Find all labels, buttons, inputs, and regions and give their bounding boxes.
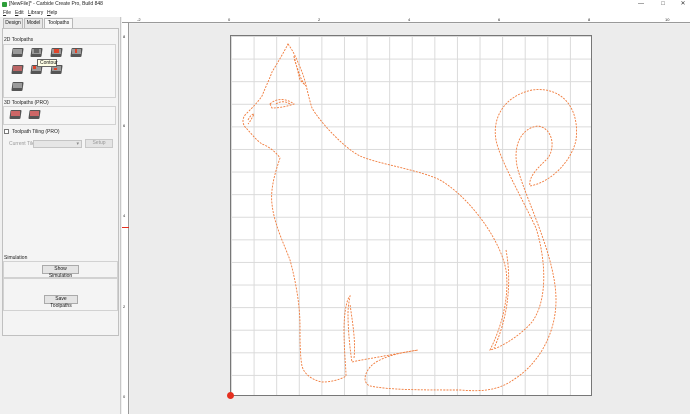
origin-marker <box>227 392 234 399</box>
cat-toolpath-vector[interactable] <box>0 0 690 414</box>
